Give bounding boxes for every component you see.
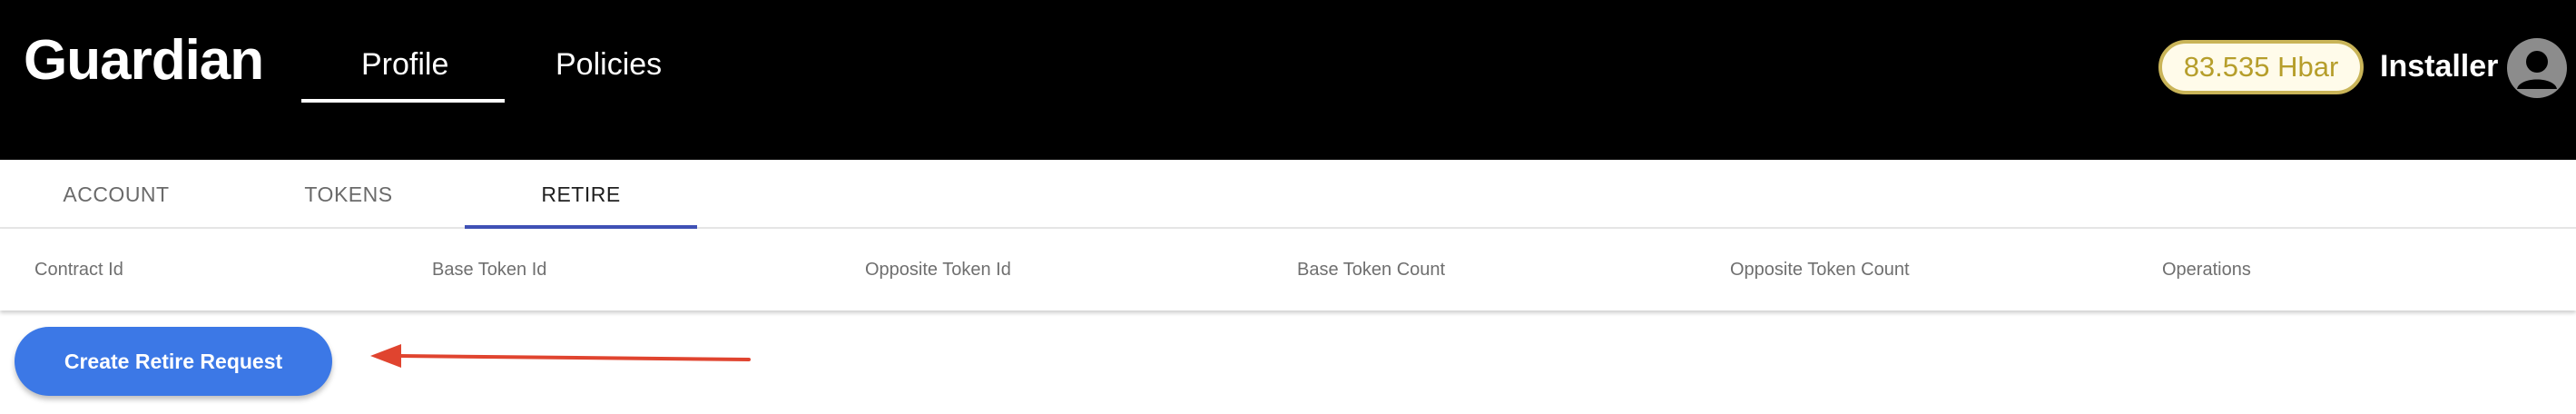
hbar-balance-badge: 83.535 Hbar: [2158, 40, 2364, 94]
app-brand[interactable]: Guardian: [24, 33, 264, 89]
column-header-base-token-id: Base Token Id: [432, 259, 547, 280]
retire-requests-table: Contract Id Base Token Id Opposite Token…: [0, 229, 2576, 310]
username-label[interactable]: Installer: [2380, 51, 2498, 82]
create-retire-request-button[interactable]: Create Retire Request: [15, 327, 332, 396]
left-arrow-annotation: [370, 344, 751, 368]
column-header-opposite-token-count: Opposite Token Count: [1730, 259, 1910, 280]
top-app-bar: Guardian Profile Policies 83.535 Hbar In…: [0, 0, 2576, 160]
balance-value: 83.535 Hbar: [2183, 51, 2339, 83]
profile-tabs: ACCOUNT TOKENS RETIRE: [0, 160, 2576, 229]
column-header-operations: Operations: [2162, 259, 2251, 280]
nav-profile[interactable]: Profile: [361, 49, 448, 80]
column-header-base-token-count: Base Token Count: [1297, 259, 1446, 280]
nav-policies[interactable]: Policies: [556, 49, 662, 80]
user-circle-icon[interactable]: [2507, 38, 2567, 98]
nav-active-underline: [301, 99, 505, 103]
column-header-opposite-token-id: Opposite Token Id: [865, 259, 1011, 280]
tab-tokens[interactable]: TOKENS: [232, 160, 465, 229]
column-header-contract-id: Contract Id: [34, 259, 123, 280]
avatar-silhouette: [2517, 51, 2557, 89]
tab-account[interactable]: ACCOUNT: [0, 160, 232, 229]
tab-retire[interactable]: RETIRE: [465, 160, 697, 229]
